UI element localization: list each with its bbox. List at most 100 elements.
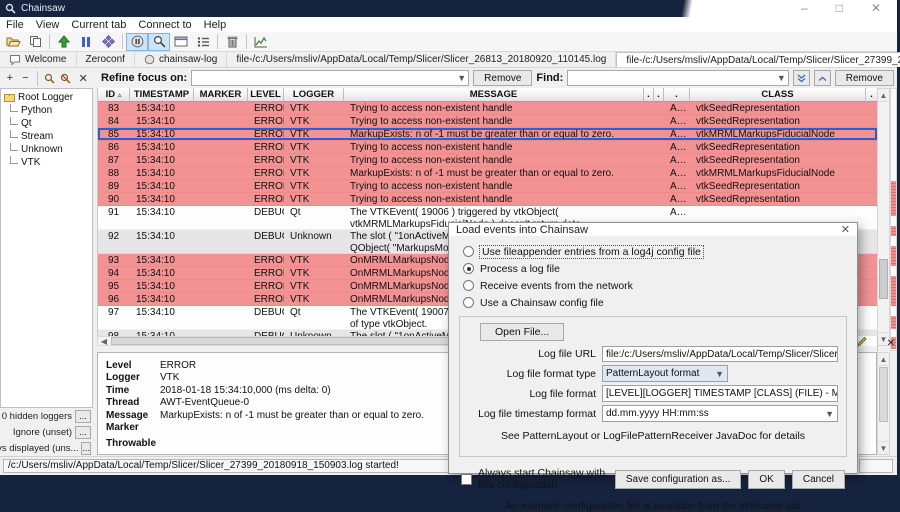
scroll-left-icon[interactable]: ◀ <box>98 337 110 345</box>
minimize-button[interactable]: – <box>801 2 808 15</box>
menu-view[interactable]: View <box>30 19 66 31</box>
save-configuration-button[interactable]: Save configuration as... <box>615 470 742 489</box>
field-input[interactable]: file:/c:/Users/msliv/AppData/Local/Temp/… <box>602 346 838 362</box>
ellipsis-button[interactable]: ... <box>75 410 91 423</box>
table-row[interactable]: 8315:34:10ERRORVTKTrying to access non-e… <box>98 102 877 115</box>
focus-logger-icon[interactable] <box>43 71 57 85</box>
detail-scrollbar[interactable]: ▲ ▼ <box>877 352 890 455</box>
tab-file-c-users-msliv[interactable]: file-/c:/Users/msliv/AppData/Local/Temp/… <box>616 52 900 67</box>
expand-all-icon[interactable]: + <box>3 71 17 85</box>
field-combo[interactable]: PatternLayout format▼ <box>602 365 728 382</box>
refine-focus-input[interactable]: ▼ <box>191 70 469 86</box>
tree-item-qt[interactable]: Qt <box>4 117 92 130</box>
radio-icon[interactable] <box>463 280 474 291</box>
cell-level: ERROR <box>248 115 284 127</box>
tree-item-vtk[interactable]: VTK <box>4 156 92 169</box>
column-header-level[interactable]: LEVEL <box>248 88 284 102</box>
tree-item-unknown[interactable]: Unknown <box>4 143 92 156</box>
copy-icon[interactable] <box>24 33 46 51</box>
event-chart-icon[interactable] <box>250 33 272 51</box>
dialog-close-icon[interactable]: ✕ <box>841 223 850 236</box>
open-folder-icon[interactable] <box>2 33 24 51</box>
table-row[interactable]: 8515:34:10ERRORVTKMarkupExists: n of -1 … <box>98 128 877 141</box>
navigate-diamond-icon[interactable] <box>97 33 119 51</box>
pause-icon[interactable] <box>75 33 97 51</box>
ok-button[interactable]: OK <box>748 470 784 489</box>
column-header-dot[interactable]: . <box>664 88 690 102</box>
table-row[interactable]: 8615:34:10ERRORVTKTrying to access non-e… <box>98 141 877 154</box>
detail-label: Thread <box>106 397 160 409</box>
field-combo[interactable]: dd.mm.yyyy HH:mm:ss▼ <box>602 405 838 422</box>
dock-panel-icon[interactable] <box>170 33 192 51</box>
radio-icon[interactable] <box>463 263 474 274</box>
radio-process-a-log-file[interactable]: Process a log file <box>463 260 857 277</box>
column-header-marker[interactable]: MARKER <box>194 88 248 102</box>
close-button[interactable]: ✕ <box>871 2 881 15</box>
collapse-all-icon[interactable]: − <box>19 71 33 85</box>
radio-icon[interactable] <box>463 246 474 257</box>
always-start-checkbox[interactable] <box>461 474 472 485</box>
table-row[interactable]: 8915:34:10ERRORVTKTrying to access non-e… <box>98 180 877 193</box>
column-header-id[interactable]: ID ▵ <box>98 88 130 102</box>
table-row[interactable]: 9015:34:10ERRORVTKTrying to access non-e… <box>98 193 877 206</box>
tree-item-python[interactable]: Python <box>4 104 92 117</box>
scroll-up-icon[interactable]: ▲ <box>878 353 889 366</box>
table-row[interactable]: 8715:34:10ERRORVTKTrying to access non-e… <box>98 154 877 167</box>
ellipsis-button[interactable]: ... <box>75 426 91 439</box>
table-row[interactable]: 8815:34:10ERRORVTKMarkupExists: n of -1 … <box>98 167 877 180</box>
cell-marker <box>194 180 248 192</box>
tree-item-label: Python <box>21 105 52 116</box>
column-header-message[interactable]: MESSAGE <box>344 88 644 102</box>
scroll-down-icon[interactable]: ▼ <box>878 441 889 454</box>
tab-welcome[interactable]: Welcome <box>0 52 77 67</box>
cell-dot <box>866 206 877 229</box>
pause-circle-icon[interactable] <box>126 33 148 51</box>
unfocus-logger-icon[interactable] <box>59 71 73 85</box>
open-file-button[interactable]: Open File... <box>480 323 564 341</box>
column-header-dot[interactable]: . <box>654 88 664 102</box>
cancel-button[interactable]: Cancel <box>792 470 845 489</box>
event-minimap[interactable] <box>890 88 897 351</box>
menu-file[interactable]: File <box>0 19 30 31</box>
close-panel-icon[interactable]: ✕ <box>76 71 90 85</box>
find-remove-button[interactable]: Remove <box>835 70 894 86</box>
edit-layout-icon[interactable] <box>857 336 868 350</box>
chevron-down-icon: ▼ <box>825 409 834 419</box>
find-previous-button[interactable] <box>814 70 831 86</box>
cell-timestamp: 15:34:10 <box>130 154 194 166</box>
menu-connect-to[interactable]: Connect to <box>132 19 197 31</box>
radio-use-fileappender-e[interactable]: Use fileappender entries from a log4j co… <box>463 243 857 260</box>
table-vertical-scrollbar[interactable]: ▲ ▼ <box>877 88 890 346</box>
tab-file-c-users-msliv[interactable]: file-/c:/Users/msliv/AppData/Local/Temp/… <box>227 52 616 67</box>
find-next-button[interactable] <box>793 70 810 86</box>
scroll-up-icon[interactable]: ▲ <box>878 89 889 102</box>
column-list-icon[interactable] <box>192 33 214 51</box>
tree-item-stream[interactable]: Stream <box>4 130 92 143</box>
column-header-timestamp[interactable]: TIMESTAMP <box>130 88 194 102</box>
column-header-dot[interactable]: . <box>644 88 654 102</box>
menu-current-tab[interactable]: Current tab <box>65 19 132 31</box>
radio-receive-events-fro[interactable]: Receive events from the network <box>463 277 857 294</box>
column-header-logger[interactable]: LOGGER <box>284 88 344 102</box>
column-header-class[interactable]: CLASS <box>690 88 866 102</box>
tab-zeroconf[interactable]: Zeroconf <box>77 52 135 67</box>
scrollbar-thumb[interactable] <box>879 367 888 422</box>
cell-message: Trying to access non-existent handle <box>344 154 644 166</box>
find-input[interactable]: ▼ <box>567 70 788 86</box>
upload-arrow-icon[interactable] <box>53 33 75 51</box>
zoom-magnifier-icon[interactable] <box>148 33 170 51</box>
refine-remove-button[interactable]: Remove <box>473 70 532 86</box>
ellipsis-button[interactable]: ... <box>81 442 91 455</box>
radio-use-a-chainsaw-con[interactable]: Use a Chainsaw config file <box>463 294 857 311</box>
radio-icon[interactable] <box>463 297 474 308</box>
maximize-button[interactable]: □ <box>836 2 843 15</box>
dialog-field-log-file-url: Log file URLfile:/c:/Users/msliv/AppData… <box>468 346 838 362</box>
scrollbar-thumb[interactable] <box>879 259 888 299</box>
menu-help[interactable]: Help <box>198 19 233 31</box>
table-row[interactable]: 8415:34:10ERRORVTKTrying to access non-e… <box>98 115 877 128</box>
trash-icon[interactable] <box>221 33 243 51</box>
tree-item-root-logger[interactable]: Root Logger <box>4 91 92 104</box>
tab-chainsaw-log[interactable]: chainsaw-log <box>135 52 227 67</box>
close-detail-icon[interactable]: ✕ <box>887 338 895 349</box>
field-combo[interactable]: [LEVEL][LOGGER] TIMESTAMP [CLASS] (FILE)… <box>602 385 838 402</box>
